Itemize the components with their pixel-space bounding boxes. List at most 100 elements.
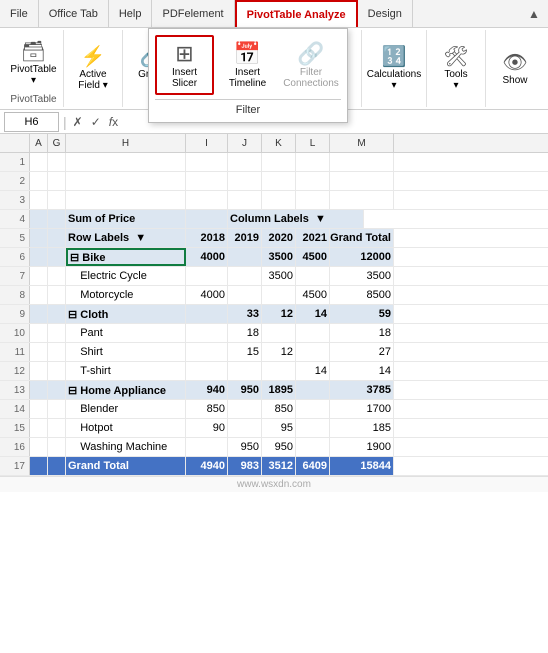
minimize-ribbon-btn[interactable]: ▲	[520, 0, 548, 28]
pant-2019[interactable]: 18	[228, 324, 262, 342]
bike-total[interactable]: 12000	[330, 248, 394, 266]
sheet-row-14: 14 Blender 850 850 1700	[0, 400, 548, 419]
pivot-table-btn[interactable]: 🗃 PivotTable▾	[8, 33, 60, 91]
spreadsheet: A G H I J K L M 1 2	[0, 134, 548, 476]
active-field-btn[interactable]: ⚡ ActiveField ▾	[67, 39, 119, 97]
dropdown-group-label: Filter	[155, 99, 341, 116]
wm-2020[interactable]: 950	[262, 438, 296, 456]
bike-2021[interactable]: 4500	[296, 248, 330, 266]
cell-reference-box[interactable]	[4, 112, 59, 132]
col-header-g[interactable]: G	[48, 134, 66, 152]
col-header-m[interactable]: M	[330, 134, 394, 152]
sheet-row-5: 5 Row Labels ▼ 2018 2019 2020 2021 Grand…	[0, 229, 548, 248]
watermark: www.wsxdn.com	[0, 476, 548, 492]
function-icon[interactable]: fx	[107, 115, 120, 129]
insert-timeline-btn[interactable]: 📅 InsertTimeline	[218, 35, 277, 95]
tab-bar: File Office Tab Help PDFelement PivotTab…	[0, 0, 548, 28]
ribbon-group-pivottable: 🗃 PivotTable▾ PivotTable	[4, 30, 64, 107]
insert-timeline-icon: 📅	[234, 41, 261, 67]
ha-2019[interactable]: 950	[228, 381, 262, 399]
tab-pdfelement[interactable]: PDFelement	[152, 0, 234, 27]
motorcycle-label[interactable]: Motorcycle	[66, 286, 186, 304]
motorcycle-total[interactable]: 8500	[330, 286, 394, 304]
sheet-row-10: 10 Pant 18 18	[0, 324, 548, 343]
blender-2020[interactable]: 850	[262, 400, 296, 418]
tab-design[interactable]: Design	[358, 0, 413, 27]
year-2020-header: 2020	[262, 229, 296, 247]
show-btn[interactable]: 👁 Show	[489, 39, 541, 97]
ha-2020[interactable]: 1895	[262, 381, 296, 399]
shirt-2020[interactable]: 12	[262, 343, 296, 361]
grand-total-label: Grand Total	[66, 457, 186, 475]
hotpot-total[interactable]: 185	[330, 419, 394, 437]
col-header-h[interactable]: H	[66, 134, 186, 152]
wm-2019[interactable]: 950	[228, 438, 262, 456]
pant-label[interactable]: Pant	[66, 324, 186, 342]
shirt-total[interactable]: 27	[330, 343, 394, 361]
cloth-2020[interactable]: 12	[262, 305, 296, 323]
tab-office-tab[interactable]: Office Tab	[39, 0, 109, 27]
confirm-icon[interactable]: ✓	[89, 115, 103, 129]
sheet-row-12: 12 T-shirt 14 14	[0, 362, 548, 381]
hotpot-label[interactable]: Hotpot	[66, 419, 186, 437]
shirt-label[interactable]: Shirt	[66, 343, 186, 361]
blender-2018[interactable]: 850	[186, 400, 228, 418]
pant-total[interactable]: 18	[330, 324, 394, 342]
blender-label[interactable]: Blender	[66, 400, 186, 418]
calculations-btn[interactable]: 🔢 Calculations▾	[368, 39, 420, 97]
grand-total-2020: 3512	[262, 457, 296, 475]
col-header-k[interactable]: K	[262, 134, 296, 152]
electric-cycle-2020[interactable]: 3500	[262, 267, 296, 285]
home-appliance-label[interactable]: ⊟ Home Appliance	[66, 381, 186, 399]
tab-help[interactable]: Help	[109, 0, 153, 27]
bike-2020[interactable]: 3500	[262, 248, 296, 266]
col-header-j[interactable]: J	[228, 134, 262, 152]
blender-total[interactable]: 1700	[330, 400, 394, 418]
motorcycle-2021[interactable]: 4500	[296, 286, 330, 304]
year-2019-header: 2019	[228, 229, 262, 247]
insert-slicer-icon: ⊞	[175, 41, 193, 67]
tshirt-2021[interactable]: 14	[296, 362, 330, 380]
tshirt-total[interactable]: 14	[330, 362, 394, 380]
cloth-2021[interactable]: 14	[296, 305, 330, 323]
tools-btn[interactable]: 🛠 Tools▾	[430, 39, 482, 97]
bike-2018[interactable]: 4000	[186, 248, 228, 266]
col-header-row: A G H I J K L M	[0, 134, 548, 153]
row-labels-cell: Row Labels ▼	[66, 229, 186, 247]
washing-machine-label[interactable]: Washing Machine	[66, 438, 186, 456]
sheet-row-1: 1	[0, 153, 548, 172]
grand-total-2018: 4940	[186, 457, 228, 475]
col-header-i[interactable]: I	[186, 134, 228, 152]
insert-slicer-btn[interactable]: ⊞ InsertSlicer	[155, 35, 214, 95]
tab-pivot-analyze[interactable]: PivotTable Analyze	[235, 0, 358, 27]
filter-connections-btn[interactable]: 🔗 FilterConnections	[281, 35, 341, 95]
grand-total-header: Grand Total	[330, 229, 394, 247]
col-header-a[interactable]: A	[30, 134, 48, 152]
ha-total[interactable]: 3785	[330, 381, 394, 399]
bike-label[interactable]: ⊟ Bike	[66, 248, 186, 266]
electric-cycle-total[interactable]: 3500	[330, 267, 394, 285]
ha-2018[interactable]: 940	[186, 381, 228, 399]
tab-file[interactable]: File	[0, 0, 39, 27]
motorcycle-2018[interactable]: 4000	[186, 286, 228, 304]
shirt-2019[interactable]: 15	[228, 343, 262, 361]
fx-icon[interactable]: ✗	[71, 115, 85, 129]
sheet-row-17: 17 Grand Total 4940 983 3512 6409 15844	[0, 457, 548, 476]
sheet-row-4: 4 Sum of Price Column Labels ▼	[0, 210, 548, 229]
ribbon-group-show: 👁 Show	[486, 30, 544, 107]
cloth-label[interactable]: ⊟ Cloth	[66, 305, 186, 323]
sheet-row-16: 16 Washing Machine 950 950 1900	[0, 438, 548, 457]
sheet-row-3: 3	[0, 191, 548, 210]
cloth-2019[interactable]: 33	[228, 305, 262, 323]
formula-sep: |	[63, 114, 67, 130]
hotpot-2020[interactable]: 95	[262, 419, 296, 437]
electric-cycle-label[interactable]: Electric Cycle	[66, 267, 186, 285]
wm-total[interactable]: 1900	[330, 438, 394, 456]
tshirt-label[interactable]: T-shirt	[66, 362, 186, 380]
hotpot-2018[interactable]: 90	[186, 419, 228, 437]
col-header-l[interactable]: L	[296, 134, 330, 152]
cloth-total[interactable]: 59	[330, 305, 394, 323]
corner-cell	[0, 134, 30, 152]
grand-total-2019: 983	[228, 457, 262, 475]
year-2021-header: 2021	[296, 229, 330, 247]
